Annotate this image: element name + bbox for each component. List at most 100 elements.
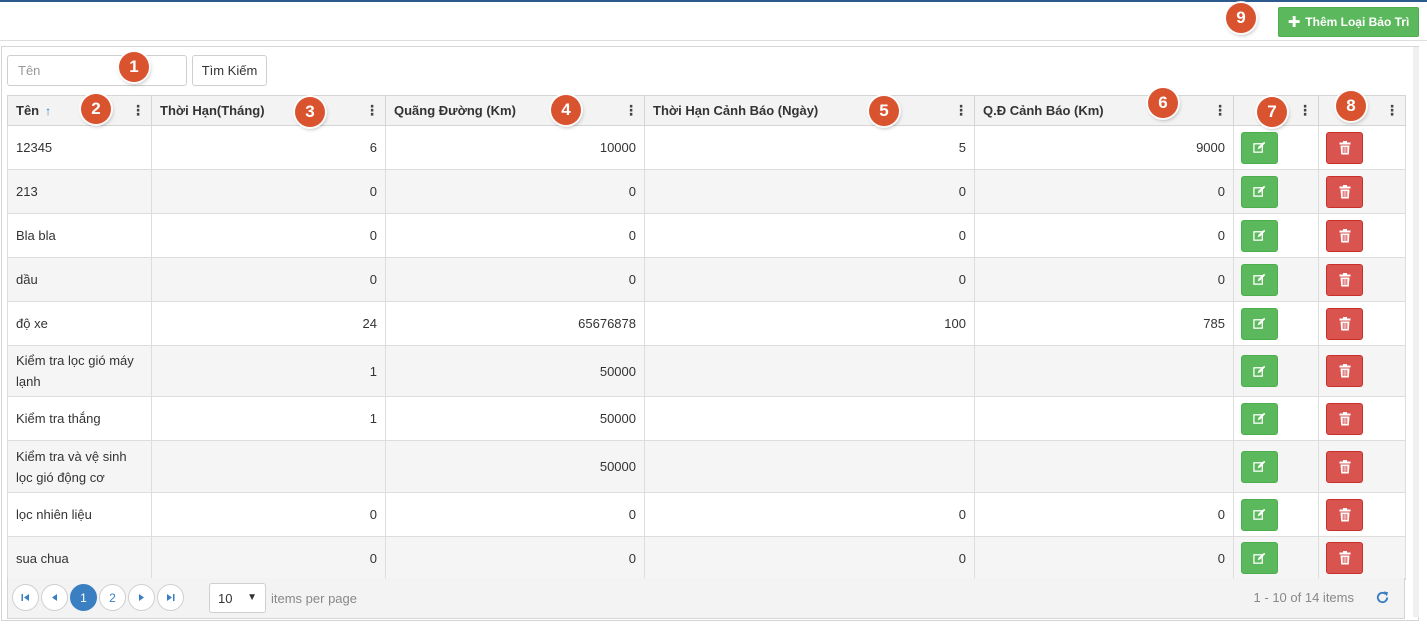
search-button[interactable]: Tìm Kiếm	[192, 55, 267, 86]
refresh-icon[interactable]	[1372, 587, 1392, 607]
table-row: Kiểm tra và vệ sinh lọc gió động cơ 50000	[7, 440, 1406, 493]
kebab-icon[interactable]: ⋮	[624, 103, 638, 117]
vertical-scrollbar[interactable]	[1413, 47, 1419, 617]
edit-button[interactable]	[1241, 402, 1278, 435]
first-page-icon[interactable]	[12, 584, 39, 611]
delete-button[interactable]	[1326, 263, 1363, 296]
column-header-warning-days[interactable]: Thời Hạn Cảnh Báo (Ngày) ⋮	[644, 95, 975, 126]
page-button-2[interactable]: 2	[99, 584, 126, 611]
cell-name: Bla bla	[7, 213, 152, 258]
cell-delete	[1318, 345, 1406, 397]
cell-distance: 0	[385, 536, 645, 580]
cell-edit	[1233, 257, 1319, 302]
delete-button[interactable]	[1326, 131, 1363, 164]
cell-warning-distance	[974, 396, 1234, 441]
edit-button[interactable]	[1241, 498, 1278, 531]
annotation-badge: 9	[1226, 3, 1256, 33]
kebab-icon[interactable]: ⋮	[365, 103, 379, 117]
next-page-icon[interactable]	[128, 584, 155, 611]
cell-warning-distance: 0	[974, 213, 1234, 258]
delete-button[interactable]	[1326, 498, 1363, 531]
edit-button[interactable]	[1241, 131, 1278, 164]
column-header-warning-distance[interactable]: Q.Đ Cảnh Báo (Km) ⋮	[974, 95, 1234, 126]
cell-distance: 50000	[385, 440, 645, 493]
edit-button[interactable]	[1241, 355, 1278, 387]
delete-button[interactable]	[1326, 219, 1363, 252]
cell-edit	[1233, 492, 1319, 537]
edit-button[interactable]	[1241, 175, 1278, 208]
cell-delete	[1318, 213, 1406, 258]
cell-edit	[1233, 396, 1319, 441]
cell-delete	[1318, 492, 1406, 537]
delete-button[interactable]	[1326, 542, 1363, 574]
cell-warning-distance: 0	[974, 257, 1234, 302]
cell-delete	[1318, 536, 1406, 580]
cell-distance: 0	[385, 492, 645, 537]
cell-months: 6	[151, 125, 386, 170]
trash-icon	[1339, 272, 1351, 287]
column-label: Thời Hạn Cảnh Báo (Ngày)	[653, 103, 819, 118]
cell-warning-days	[644, 440, 975, 493]
delete-button[interactable]	[1326, 175, 1363, 208]
edit-icon	[1253, 185, 1266, 198]
cell-warning-distance: 0	[974, 169, 1234, 214]
table-row: sua chua 0 0 0 0	[7, 536, 1406, 580]
add-maintenance-type-button[interactable]: ✚ Thêm Loại Bảo Trì	[1278, 7, 1419, 37]
cell-months: 0	[151, 492, 386, 537]
cell-edit	[1233, 440, 1319, 493]
cell-edit	[1233, 536, 1319, 580]
cell-name: lọc nhiên liệu	[7, 492, 152, 537]
kebab-icon[interactable]: ⋮	[1298, 103, 1312, 117]
column-label: Thời Hạn(Tháng)	[160, 103, 265, 118]
table-row: Kiểm tra thắng 1 50000	[7, 396, 1406, 441]
table-row: 213 0 0 0 0	[7, 169, 1406, 214]
cell-warning-distance: 9000	[974, 125, 1234, 170]
annotation-badge: 1	[119, 52, 149, 82]
table-row: Kiểm tra lọc gió máy lạnh 1 50000	[7, 345, 1406, 397]
cell-delete	[1318, 169, 1406, 214]
cell-edit	[1233, 301, 1319, 346]
edit-button[interactable]	[1241, 450, 1278, 483]
edit-button[interactable]	[1241, 307, 1278, 340]
annotation-badge: 6	[1148, 88, 1178, 118]
column-header-distance[interactable]: Quãng Đường (Km) ⋮	[385, 95, 645, 126]
cell-warning-days: 0	[644, 257, 975, 302]
annotation-badge: 4	[551, 95, 581, 125]
delete-button[interactable]	[1326, 402, 1363, 435]
cell-warning-distance	[974, 440, 1234, 493]
plus-icon: ✚	[1287, 13, 1301, 31]
cell-edit	[1233, 169, 1319, 214]
edit-button[interactable]	[1241, 542, 1278, 574]
cell-warning-days: 0	[644, 169, 975, 214]
trash-icon	[1339, 184, 1351, 199]
delete-button[interactable]	[1326, 355, 1363, 387]
edit-icon	[1253, 141, 1266, 154]
caret-down-icon: ▼	[247, 592, 257, 603]
edit-button[interactable]	[1241, 219, 1278, 252]
kebab-icon[interactable]: ⋮	[954, 103, 968, 117]
prev-page-icon[interactable]	[41, 584, 68, 611]
last-page-icon[interactable]	[157, 584, 184, 611]
kebab-icon[interactable]: ⋮	[131, 103, 145, 117]
page-size-select[interactable]: 10 ▼	[209, 583, 266, 613]
kebab-icon[interactable]: ⋮	[1385, 103, 1399, 117]
table-row: dầu 0 0 0 0	[7, 257, 1406, 302]
column-header-name[interactable]: Tên ↑ ⋮	[7, 95, 152, 126]
column-header-months[interactable]: Thời Hạn(Tháng) ⋮	[151, 95, 386, 126]
column-label: Tên	[16, 103, 40, 118]
page-button-1[interactable]: 1	[70, 584, 97, 611]
search-input[interactable]	[7, 55, 187, 86]
kebab-icon[interactable]: ⋮	[1213, 103, 1227, 117]
header-row: Tên ↑ ⋮ Thời Hạn(Tháng) ⋮ Quãng Đường (Km…	[7, 95, 1406, 126]
trash-icon	[1339, 316, 1351, 331]
cell-name: Kiểm tra và vệ sinh lọc gió động cơ	[7, 440, 152, 493]
edit-button[interactable]	[1241, 263, 1278, 296]
delete-button[interactable]	[1326, 307, 1363, 340]
cell-distance: 0	[385, 169, 645, 214]
cell-months: 24	[151, 301, 386, 346]
cell-name: sua chua	[7, 536, 152, 580]
trash-icon	[1339, 459, 1351, 474]
table-row: độ xe 24 65676878 100 785	[7, 301, 1406, 346]
delete-button[interactable]	[1326, 450, 1363, 483]
annotation-badge: 7	[1257, 97, 1287, 127]
